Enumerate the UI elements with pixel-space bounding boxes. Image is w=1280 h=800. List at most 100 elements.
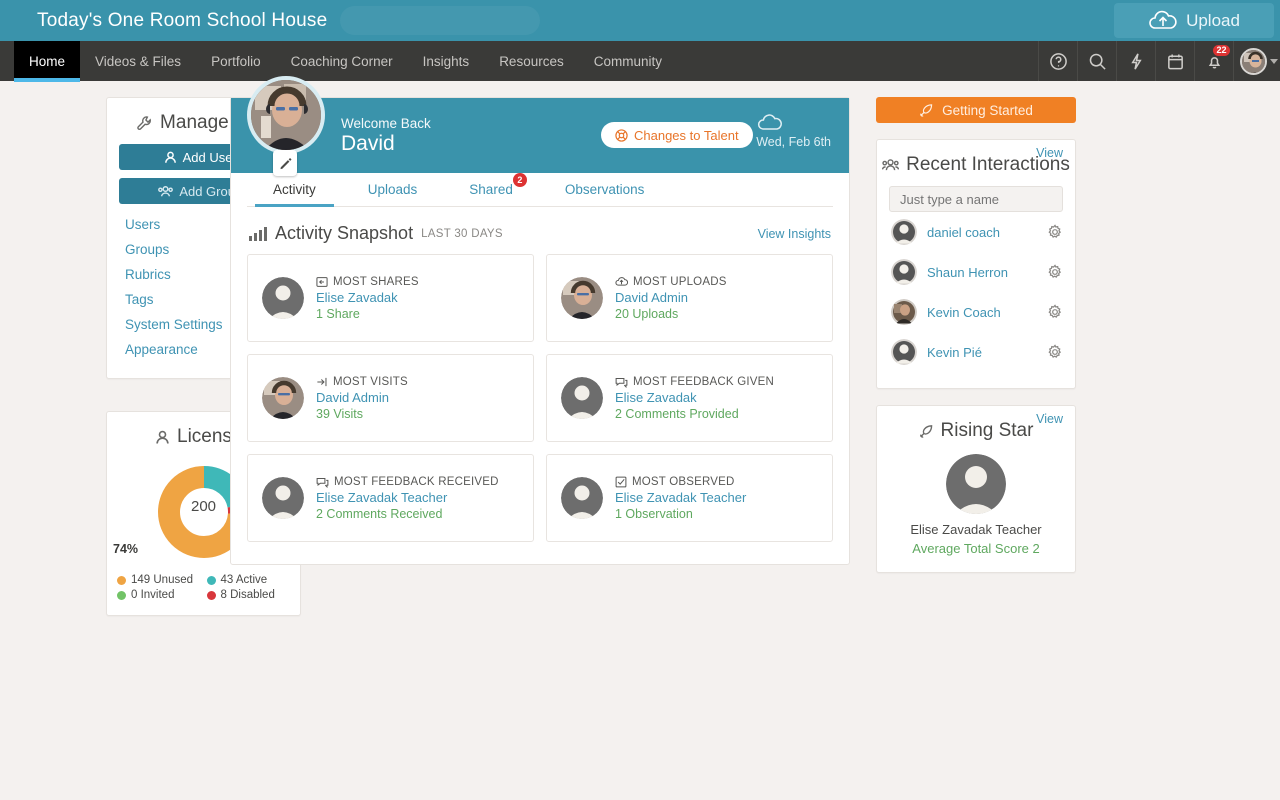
main-column: Welcome Back David Changes to Talent Wed… [230,76,850,616]
activity-card-label-row: MOST FEEDBACK GIVEN [615,376,774,388]
bar-chart-icon [249,226,267,241]
nav-item-portfolio[interactable]: Portfolio [196,41,276,81]
interaction-row-kevin-coach[interactable]: Kevin Coach [877,292,1075,332]
recent-interactions-title-label: Recent Interactions [906,154,1070,175]
gear-icon[interactable] [1047,344,1063,360]
activity-card-stat: 20 Uploads [615,306,679,321]
nav-item-home[interactable]: Home [14,41,81,82]
name-search-input[interactable] [889,186,1063,212]
snapshot-subtitle: LAST 30 DAYS [421,227,503,240]
activity-card-name[interactable]: Elise Zavadak Teacher [316,490,499,505]
getting-started-button[interactable]: Getting Started [876,97,1076,123]
interaction-row-shaun-herron[interactable]: Shaun Herron [877,252,1075,292]
bell-icon[interactable]: 22 [1194,41,1233,81]
welcome-username: David [341,131,395,155]
nav-item-videos-files[interactable]: Videos & Files [80,41,196,81]
tab-observations[interactable]: Observations [539,173,671,206]
gear-icon[interactable] [1047,224,1063,240]
user-menu[interactable] [1233,41,1280,81]
people-icon [882,158,900,172]
activity-card-most-visits[interactable]: MOST VISITS David Admin 39 Visits [247,354,534,442]
activity-card-most-shares[interactable]: MOST SHARES Elise Zavadak 1 Share [247,254,534,342]
interaction-row-daniel-coach[interactable]: daniel coach [877,212,1075,252]
interaction-name[interactable]: daniel coach [927,225,1000,240]
activity-card-name[interactable]: David Admin [615,290,727,305]
avatar [262,377,304,419]
legend-dot-invited [117,590,126,600]
dashboard-panel: Welcome Back David Changes to Talent Wed… [230,76,850,565]
nav-item-coaching-corner[interactable]: Coaching Corner [276,41,408,81]
gear-icon[interactable] [1047,264,1063,280]
chevron-down-icon [1270,58,1278,64]
interaction-name[interactable]: Kevin Coach [927,305,1001,320]
tab-activity[interactable]: Activity [247,173,342,207]
comment-icon [316,476,329,488]
avatar [1240,47,1267,75]
tab-shared-badge: 2 [512,173,527,187]
activity-card-label-row: MOST VISITS [316,376,408,388]
activity-card-label-row: MOST UPLOADS [615,276,727,288]
notification-badge: 22 [1212,45,1230,56]
nav-item-insights[interactable]: Insights [408,41,485,81]
activity-card-stat: 1 Observation [615,506,693,521]
avatar [891,299,917,325]
changes-to-talent-button[interactable]: Changes to Talent [601,122,753,148]
pencil-icon [279,157,292,170]
welcome-banner: Welcome Back David Changes to Talent Wed… [231,76,849,176]
avatar [561,477,603,519]
view-insights-link[interactable]: View Insights [758,227,831,241]
activity-card-most-uploads[interactable]: MOST UPLOADS David Admin 20 Uploads [546,254,833,342]
nav-icon-group: 22 [1038,41,1280,81]
interaction-row-kevin-pie[interactable]: Kevin Pié [877,332,1075,372]
legend-dot-unused [117,575,126,585]
upload-button[interactable]: Upload [1114,3,1274,38]
avatar [561,377,603,419]
activity-card-most-feedback-given[interactable]: MOST FEEDBACK GIVEN Elise Zavadak 2 Comm… [546,354,833,442]
people-icon [158,185,174,198]
activity-card-label: MOST OBSERVED [632,475,735,488]
legend-dot-disabled [206,590,216,600]
comment-icon [615,376,628,388]
getting-started-label: Getting Started [942,102,1033,118]
nav-item-community[interactable]: Community [579,41,677,81]
search-icon[interactable] [1077,41,1116,81]
activity-card-body: MOST OBSERVED Elise Zavadak Teacher 1 Ob… [615,476,746,521]
interaction-name[interactable]: Shaun Herron [927,265,1008,280]
welcome-greeting: Welcome Back [341,115,431,131]
wrench-icon [136,115,153,132]
left-column: View Management Add Users Add Groups Use… [0,97,302,616]
gear-icon[interactable] [1047,304,1063,320]
profile-avatar[interactable] [247,76,325,154]
app-title: Today's One Room School House [37,9,328,31]
activity-card-most-feedback-received[interactable]: MOST FEEDBACK RECEIVED Elise Zavadak Tea… [247,454,534,542]
person-icon [155,430,170,445]
activity-card-body: MOST FEEDBACK RECEIVED Elise Zavadak Tea… [316,476,499,521]
recent-interactions-card: View Recent Interactions daniel coach [876,139,1076,389]
avatar [262,477,304,519]
calendar-icon[interactable] [1155,41,1194,81]
rising-star-name: Elise Zavadak Teacher [910,522,1042,537]
tab-uploads[interactable]: Uploads [342,173,444,206]
recent-interactions-title: Recent Interactions [877,154,1075,186]
snapshot-title: Activity Snapshot [275,223,414,243]
right-column: Getting Started View Recent Interactions… [876,97,1076,616]
rocket-icon [919,424,934,439]
rising-star-card: View Rising Star Elise Zavadak Teacher A… [876,405,1076,573]
avatar [891,219,917,245]
lightning-bolt-icon[interactable] [1116,41,1155,81]
nav-item-resources[interactable]: Resources [484,41,579,81]
activity-card-name[interactable]: Elise Zavadak [316,290,419,305]
rocket-icon [919,103,934,118]
avatar [891,259,917,285]
help-icon[interactable] [1038,41,1077,81]
activity-card-name[interactable]: Elise Zavadak Teacher [615,490,746,505]
activity-card-name[interactable]: David Admin [316,390,408,405]
tab-observations-label: Observations [564,182,645,197]
tab-shared[interactable]: Shared 2 [443,173,539,206]
activity-card-label: MOST FEEDBACK GIVEN [633,375,774,388]
avatar [561,277,603,319]
activity-card-most-observed[interactable]: MOST OBSERVED Elise Zavadak Teacher 1 Ob… [546,454,833,542]
content-tabs: Activity Uploads Shared 2 Observations [247,173,833,207]
activity-card-name[interactable]: Elise Zavadak [615,390,774,405]
interaction-name[interactable]: Kevin Pié [927,345,982,360]
